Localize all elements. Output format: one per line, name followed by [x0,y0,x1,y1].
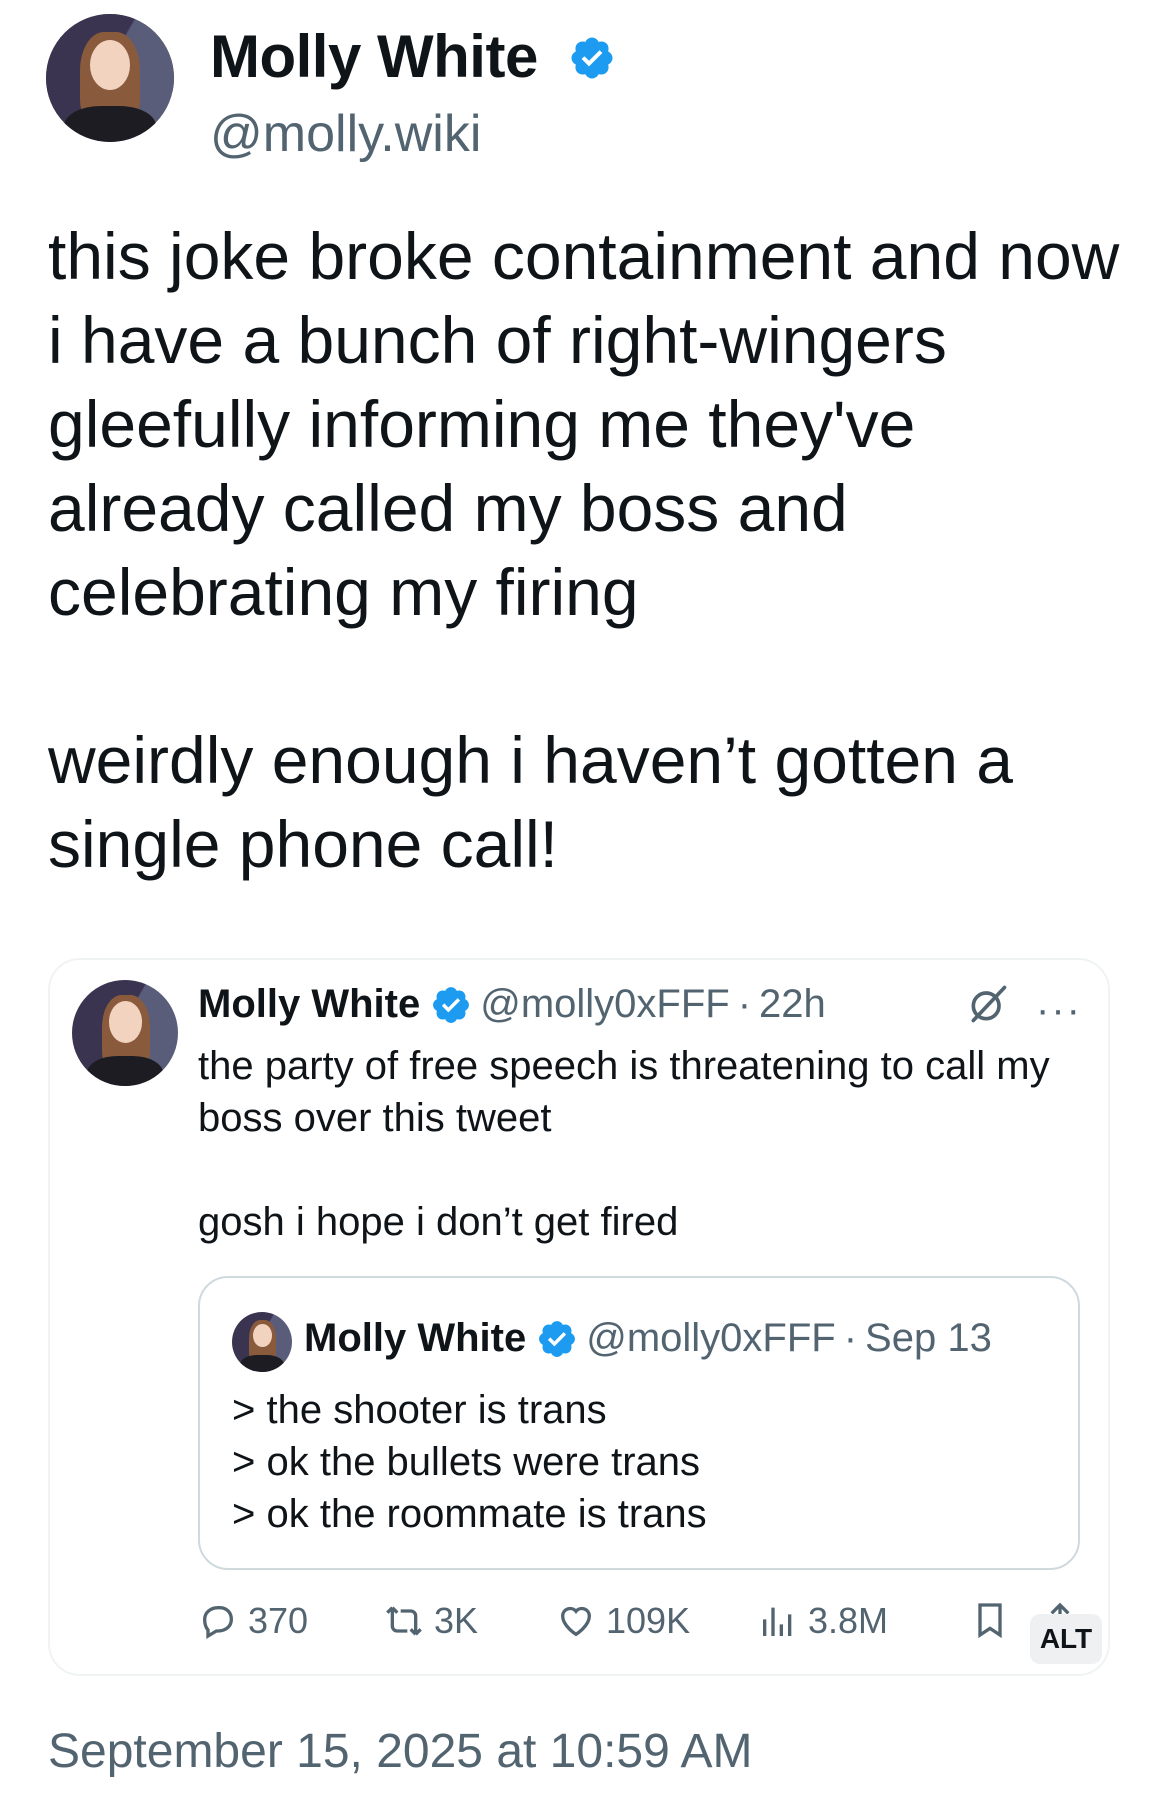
quoted-text-para1: the party of free speech is threatening … [198,1044,1050,1140]
nested-author-avatar[interactable] [232,1312,292,1372]
quoted-author-name[interactable]: Molly White [198,982,420,1027]
post-text-para2: weirdly enough i haven’t gotten a single… [48,723,1013,881]
post-text-para1: this joke broke containment and now i ha… [48,219,1120,629]
views-button[interactable]: 3.8M [758,1600,888,1642]
reply-count: 370 [248,1600,309,1641]
like-icon [560,1606,592,1637]
reply-icon [202,1606,234,1639]
like-button[interactable]: 109K [556,1600,690,1642]
verified-badge-icon [539,1320,576,1357]
quoted-author-handle[interactable]: @molly0xFFF [480,982,730,1027]
author-avatar[interactable] [46,14,174,142]
meta-separator: · [737,982,752,1026]
author-name[interactable]: Molly White [210,22,538,91]
bookmark-button[interactable] [970,1600,1020,1640]
quoted-tweet-text: the party of free speech is threatening … [198,1040,1078,1248]
alt-text-badge[interactable]: ALT [1030,1614,1102,1664]
grok-icon[interactable] [966,982,1010,1026]
nested-quote-text: > the shooter is trans > ok the bullets … [232,1388,707,1536]
action-bar: 370 3K 109K 3.8M [198,1600,1098,1656]
meta-separator: · [843,1316,858,1360]
verified-badge-icon [433,986,470,1023]
quoted-time[interactable]: 22h [759,982,826,1027]
nested-author-name[interactable]: Molly White [304,1316,526,1361]
quoted-text-para2: gosh i hope i don’t get fired [198,1200,679,1244]
bookmark-icon [978,1603,1002,1639]
reply-button[interactable]: 370 [198,1600,308,1642]
views-icon [763,1607,792,1636]
quoted-tweet-header: Molly White @molly0xFFF · 22h [198,982,826,1027]
author-handle[interactable]: @molly.wiki [210,104,481,164]
more-icon[interactable]: ··· [1036,988,1082,1033]
views-count: 3.8M [808,1600,889,1641]
verified-badge-icon [571,37,613,79]
repost-count: 3K [434,1600,479,1641]
repost-button[interactable]: 3K [384,1600,478,1642]
nested-author-handle[interactable]: @molly0xFFF [586,1316,836,1361]
repost-icon [386,1606,422,1636]
nested-quote-header: Molly White @molly0xFFF · Sep 13 [304,1316,992,1361]
like-count: 109K [606,1600,691,1641]
nested-time[interactable]: Sep 13 [865,1316,992,1361]
post-body: this joke broke containment and now i ha… [48,214,1128,886]
post-timestamp[interactable]: September 15, 2025 at 10:59 AM [48,1724,752,1779]
quoted-author-avatar[interactable] [72,980,178,1086]
